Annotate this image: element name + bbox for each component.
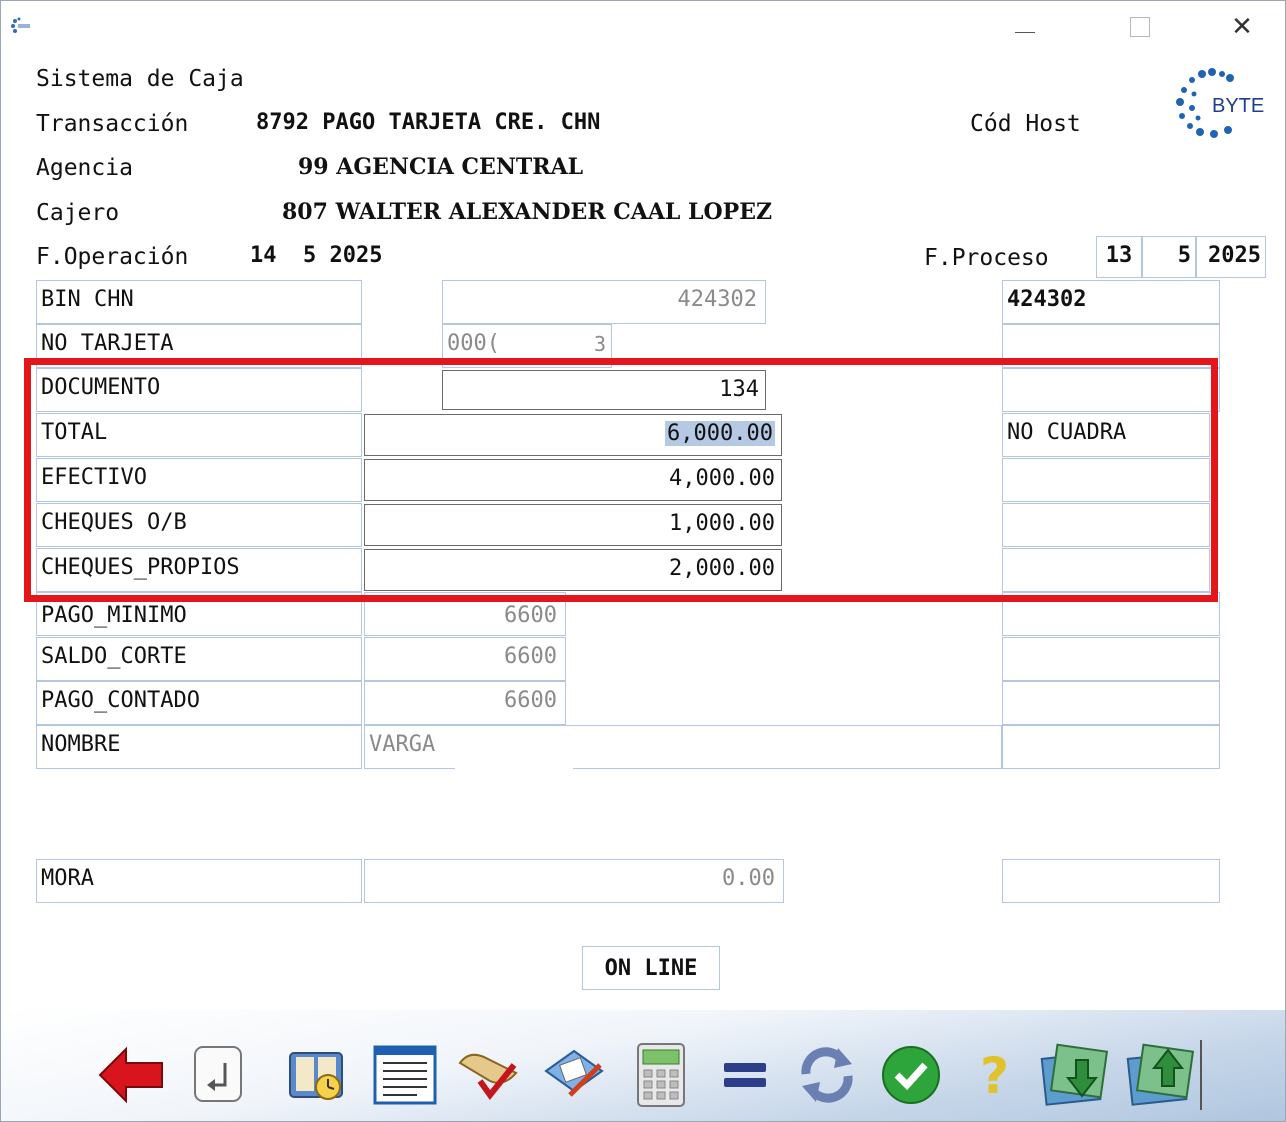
pago-contado-label: PAGO_CONTADO [36, 681, 362, 725]
no-tarjeta-side-field [1002, 324, 1220, 368]
maximize-button[interactable] [1118, 10, 1162, 44]
agencia-label: Agencia [36, 155, 133, 181]
cheques-ob-input[interactable]: 1,000.00 [364, 504, 782, 546]
efectivo-side-field [1002, 458, 1210, 502]
nombre-field[interactable]: VARGA [364, 725, 1002, 769]
total-selected-value: 6,000.00 [665, 421, 775, 446]
svg-text:BYTE: BYTE [1212, 95, 1264, 117]
refresh-button[interactable] [792, 1040, 862, 1110]
refresh-icon [801, 1047, 853, 1103]
book-clock-icon [289, 1052, 343, 1100]
f-operacion-label: F.Operación [36, 244, 189, 270]
no-tarjeta-suffix: 3 [594, 332, 607, 356]
edit-document-icon [544, 1049, 604, 1097]
agencia-value: 99 AGENCIA CENTRAL [298, 154, 584, 180]
close-icon: ✕ [1231, 12, 1253, 42]
no-tarjeta-mask [505, 326, 597, 362]
enter-button[interactable] [180, 1040, 250, 1110]
documento-input[interactable]: 134 [442, 370, 766, 410]
money-down-icon [1040, 1043, 1109, 1106]
bin-chn-label: BIN CHN [36, 280, 362, 324]
enter-key-icon [194, 1046, 242, 1102]
money-up-button[interactable] [1126, 1040, 1196, 1110]
saldo-corte-side-field [1002, 637, 1220, 681]
accept-button[interactable] [876, 1040, 946, 1110]
byte-app-icon [11, 17, 30, 33]
no-tarjeta-label: NO TARJETA [36, 324, 362, 368]
minimize-button[interactable] [1003, 10, 1047, 44]
efectivo-label: EFECTIVO [36, 458, 362, 502]
nombre-mask [455, 766, 573, 770]
bin-chn-field[interactable]: 424302 [442, 280, 766, 324]
bin-chn-side-field: 424302 [1002, 280, 1220, 324]
cheques-propios-side-field [1002, 548, 1210, 592]
close-button[interactable]: ✕ [1220, 10, 1264, 44]
app-title: Sistema de Caja [36, 66, 244, 92]
money-up-icon [1126, 1043, 1195, 1106]
cheques-ob-side-field [1002, 503, 1210, 547]
documento-label: DOCUMENTO [36, 368, 362, 412]
transaccion-value: 8792 PAGO TARJETA CRE. CHN [256, 110, 601, 135]
help-icon: ? [980, 1047, 1009, 1105]
cajero-label: Cajero [36, 200, 120, 226]
nombre-side-field [1002, 725, 1220, 769]
document-list-icon [373, 1045, 437, 1105]
efectivo-input[interactable]: 4,000.00 [364, 459, 782, 501]
toolbar-divider [1200, 1040, 1202, 1110]
pago-minimo-side-field [1002, 592, 1220, 636]
cod-host-label: Cód Host [970, 111, 1081, 137]
f-operacion-value: 14 5 2025 [250, 243, 383, 268]
saldo-corte-field[interactable]: 6600 [364, 637, 566, 681]
pago-minimo-field[interactable]: 6600 [364, 592, 566, 636]
back-arrow-icon [98, 1046, 163, 1104]
mora-label: MORA [36, 859, 362, 903]
calculator-button[interactable] [626, 1040, 696, 1110]
help-button[interactable]: ? [958, 1040, 1028, 1110]
cheques-propios-label: CHEQUES_PROPIOS [36, 548, 362, 592]
pago-contado-side-field [1002, 681, 1220, 725]
online-status: ON LINE [582, 946, 720, 990]
transaccion-label: Transacción [36, 111, 189, 137]
maximize-icon [1130, 17, 1150, 37]
cheques-propios-input[interactable]: 2,000.00 [364, 549, 782, 591]
pago-minimo-label: PAGO_MINIMO [36, 592, 362, 636]
documento-side-field [1002, 368, 1220, 412]
book-clock-button[interactable] [282, 1040, 352, 1110]
equals-icon [724, 1063, 766, 1087]
pago-contado-field[interactable]: 6600 [364, 681, 566, 725]
minimize-icon [1015, 31, 1035, 33]
equals-button[interactable] [710, 1040, 780, 1110]
f-proceso-year[interactable]: 2025 [1196, 236, 1266, 278]
total-status: NO CUADRA [1002, 413, 1210, 457]
back-button[interactable] [96, 1040, 166, 1110]
mora-side-field [1002, 859, 1220, 903]
f-proceso-label: F.Proceso [924, 245, 1049, 271]
nombre-label: NOMBRE [36, 725, 362, 769]
scroll-check-icon [458, 1053, 518, 1100]
check-icon [882, 1046, 940, 1104]
calculator-icon [637, 1043, 685, 1107]
money-down-button[interactable] [1040, 1040, 1110, 1110]
svg-text:?: ? [980, 1047, 1009, 1105]
total-input[interactable]: 6,000.00 [364, 414, 782, 456]
edit-document-button[interactable] [540, 1040, 610, 1110]
saldo-corte-label: SALDO_CORTE [36, 637, 362, 681]
f-proceso-day[interactable]: 13 [1096, 236, 1142, 278]
cajero-value: 807 WALTER ALEXANDER CAAL LOPEZ [282, 199, 773, 225]
f-proceso-month[interactable]: 5 [1142, 236, 1196, 278]
mora-field[interactable]: 0.00 [364, 859, 784, 903]
cheques-ob-label: CHEQUES O/B [36, 503, 362, 547]
byte-logo: BYTE [1176, 68, 1264, 138]
scroll-check-button[interactable] [454, 1040, 524, 1110]
document-list-button[interactable] [370, 1040, 440, 1110]
total-label: TOTAL [36, 413, 362, 457]
